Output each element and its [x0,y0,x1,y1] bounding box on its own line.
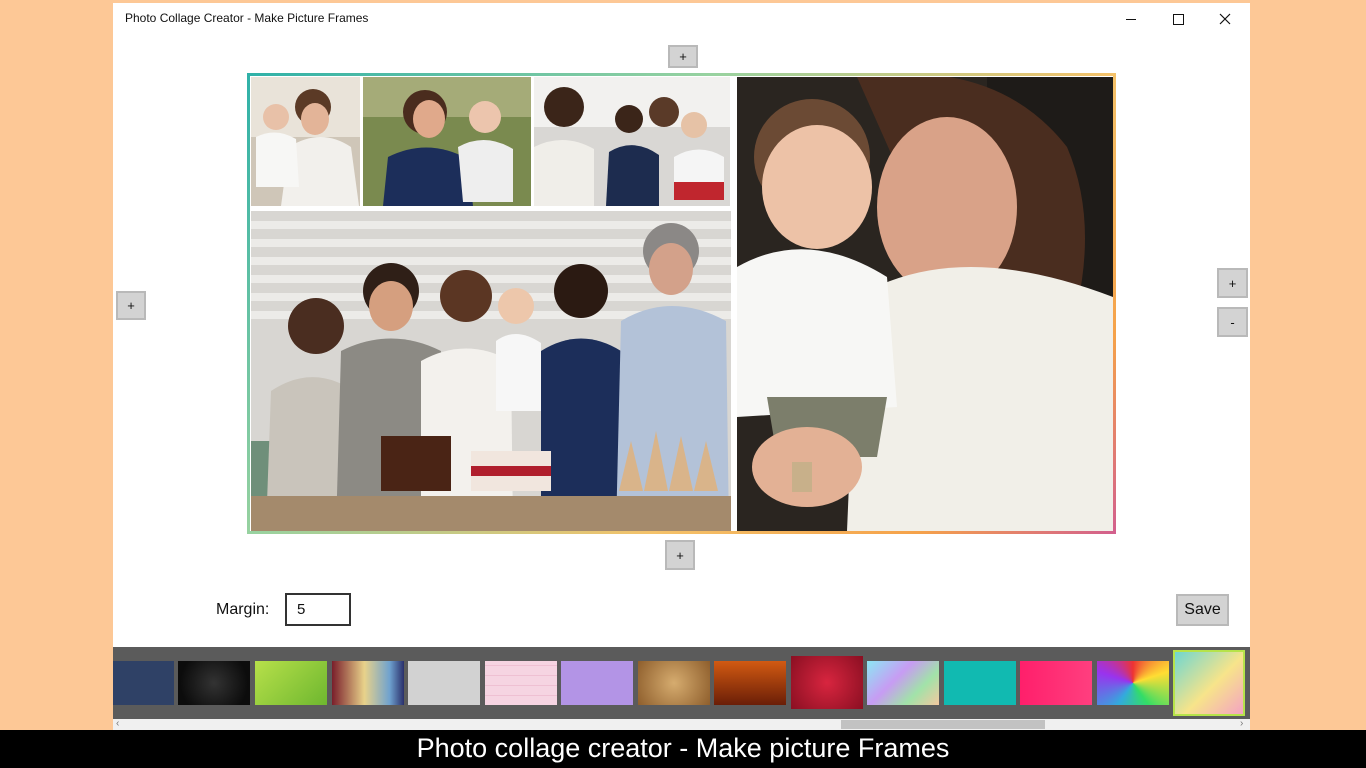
background-picker [113,647,1250,719]
mother-baby-photo [251,77,360,206]
caption-bar: Photo collage creator - Make picture Fra… [0,730,1366,768]
scroll-left-icon[interactable]: ‹ [116,718,119,729]
family-group-photo [534,77,730,206]
background-swatch-green[interactable] [255,661,327,705]
remove-column-right-button[interactable]: - [1217,307,1248,337]
close-icon [1219,13,1231,25]
background-swatch-pink-brick[interactable] [485,661,557,705]
background-swatch-color-swirl[interactable] [1097,661,1169,705]
caption-text: Photo collage creator - Make picture Fra… [416,733,950,763]
background-swatch-red-glitter[interactable] [791,656,863,709]
save-button[interactable]: Save [1176,594,1229,626]
background-swatch-pastel-gradient[interactable] [1173,650,1245,716]
title-bar: Photo Collage Creator - Make Picture Fra… [113,3,1250,35]
birthday-party-photo [251,211,731,531]
background-swatch-pastel-rainbow[interactable] [867,661,939,705]
minimize-button[interactable] [1108,3,1154,35]
maximize-button[interactable] [1155,3,1201,35]
scroll-thumb[interactable] [841,720,1045,729]
maximize-icon [1172,13,1184,25]
background-swatch-rainbow-blur[interactable] [332,661,404,705]
minimize-icon [1126,18,1136,20]
background-swatch-orange-brown[interactable] [714,661,786,705]
window-title: Photo Collage Creator - Make Picture Fra… [125,11,369,25]
add-column-right-button[interactable]: + [1217,268,1248,298]
background-swatch-light-gray[interactable] [408,661,480,705]
background-swatch-dark-blue[interactable] [113,661,174,705]
scroll-right-icon[interactable]: › [1240,718,1243,729]
add-column-left-button[interactable]: + [116,291,146,320]
photo-cell-1[interactable] [251,77,360,206]
photo-cell-2[interactable] [363,77,531,206]
woman-holding-baby-photo [737,77,1113,531]
add-row-bottom-button[interactable]: + [665,540,695,570]
close-button[interactable] [1202,3,1248,35]
background-swatch-hot-pink[interactable] [1020,661,1092,705]
background-swatch-teal[interactable] [944,661,1016,705]
background-swatch-lavender[interactable] [561,661,633,705]
woman-baby-photo [363,77,531,206]
background-swatch-black[interactable] [178,661,250,705]
photo-cell-5[interactable] [737,77,1113,531]
margin-input[interactable] [285,593,351,626]
photo-cell-3[interactable] [534,77,730,206]
background-swatch-wood[interactable] [638,661,710,705]
margin-label: Margin: [216,601,270,618]
horizontal-scrollbar[interactable]: ‹ › [113,718,1250,730]
photo-cell-4[interactable] [251,211,731,531]
collage-canvas [247,73,1116,534]
app-window: Photo Collage Creator - Make Picture Fra… [113,3,1250,730]
add-row-top-button[interactable]: + [668,45,698,68]
